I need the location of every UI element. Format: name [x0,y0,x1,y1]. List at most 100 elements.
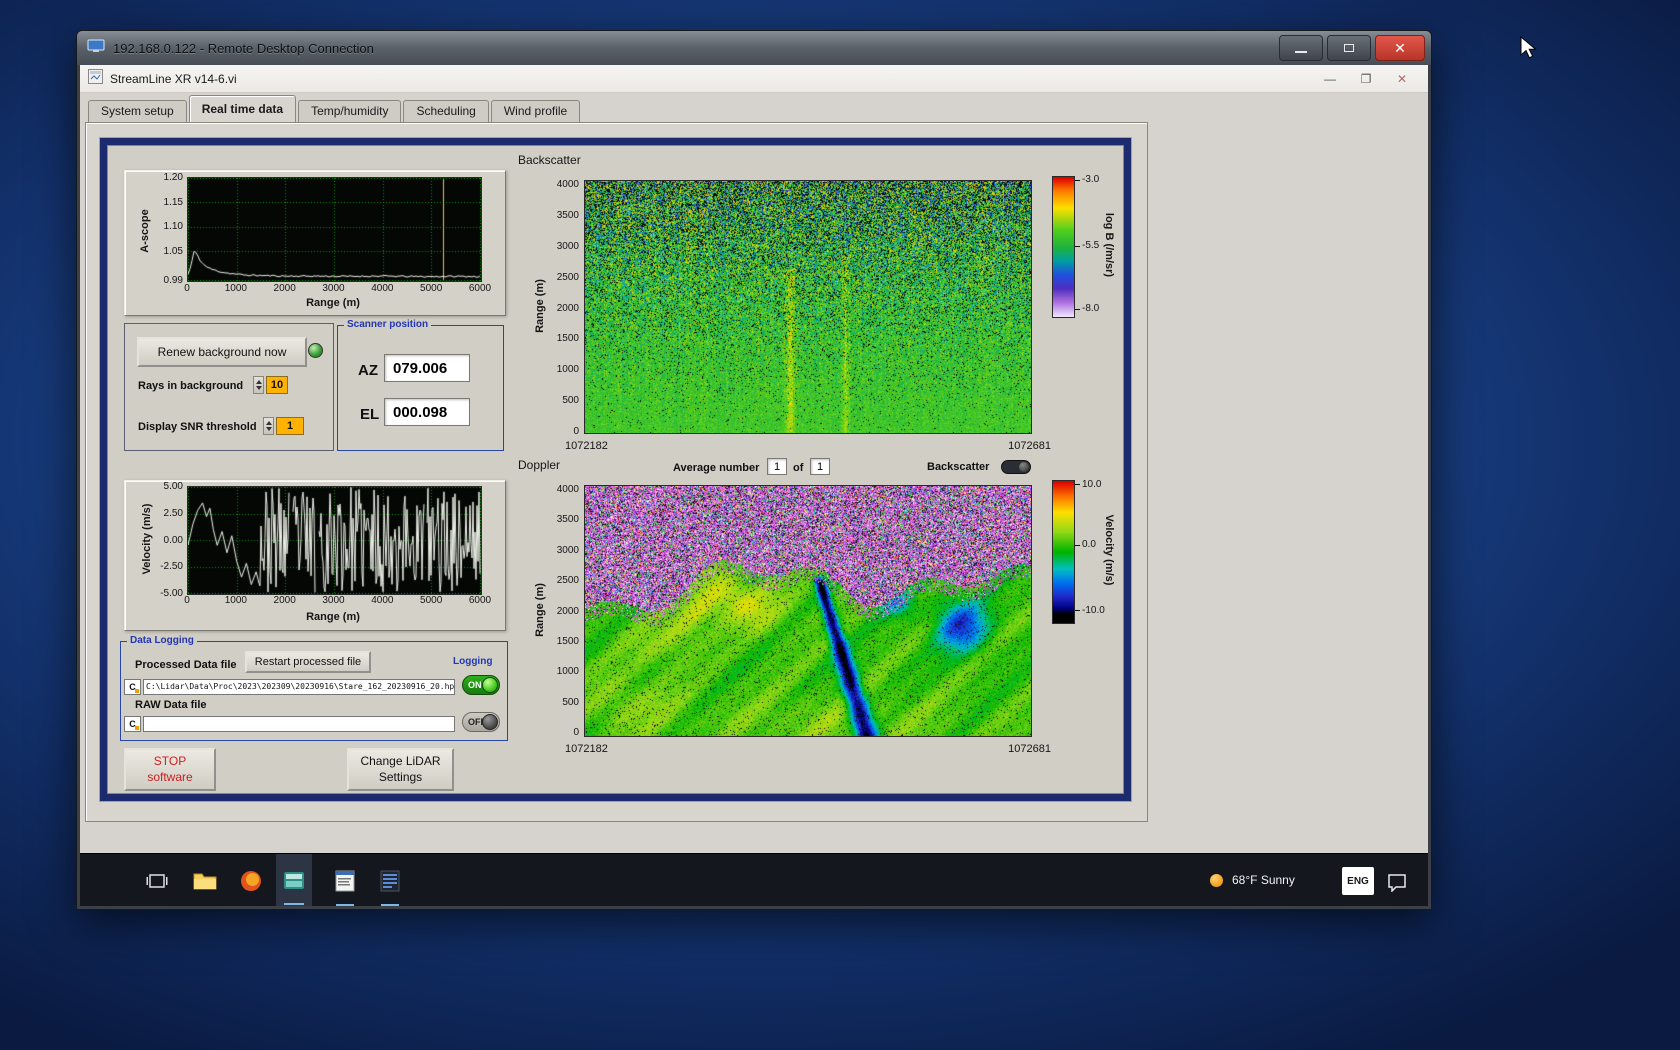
backscatter-toggle-label: Backscatter [927,461,990,473]
backscatter-display-toggle[interactable] [1001,460,1031,474]
stop-software-button[interactable]: STOP software [124,748,216,791]
file-explorer-button[interactable] [192,869,218,893]
ascope-xtick-label: 3000 [322,283,345,294]
open-app-indicator [336,904,354,906]
open-app-indicator [381,904,399,906]
change-lidar-settings-button[interactable]: Change LiDAR Settings [347,748,454,791]
average-count-value[interactable]: 1 [810,458,830,475]
rays-in-background-label: Rays in background [138,380,244,392]
velocity-xtick-label: 0 [184,595,190,606]
streamline-app-button[interactable] [276,854,312,906]
doppler-colorbar-tick [1075,484,1080,486]
doppler-heatmap [584,485,1032,737]
tab-real-time-data[interactable]: Real time data [188,95,297,122]
backscatter-colorbar-tick [1075,245,1080,247]
notification-center-icon[interactable] [1384,870,1410,894]
processed-toggle-state: ON [468,680,482,690]
doppler-ytick-label: 2000 [556,605,579,617]
processed-data-file-path[interactable]: C:\Lidar\Data\Proc\2023\202309\20230916\… [143,679,455,695]
app-restore-button[interactable]: ❐ [1348,65,1384,93]
processed-data-file-label: Processed Data file [135,659,237,671]
remote-session: StreamLine XR v14-6.vi — ❐ ✕ System setu… [80,65,1428,906]
snr-threshold-label: Display SNR threshold [138,421,257,433]
velocity-x-axis-label: Range (m) [306,611,360,623]
ascope-ytick-label: 1.15 [163,196,183,208]
ascope-ytick-label: 1.05 [163,245,183,257]
rdp-minimize-button[interactable] [1279,35,1323,61]
doppler-ytick-label: 4000 [556,484,579,495]
app-titlebar[interactable]: StreamLine XR v14-6.vi — ❐ ✕ [80,65,1428,93]
ascope-xtick-label: 5000 [420,283,443,294]
panel-content: A-scope Range (m) 1.20 1.15 1.10 1.05 0.99 0 1… [107,145,1124,794]
task-view-button[interactable] [144,869,170,893]
firefox-button[interactable] [238,869,264,893]
doppler-ytick-label: 3500 [556,514,579,526]
rdp-window-title: 192.168.0.122 - Remote Desktop Connectio… [113,40,374,56]
doppler-ytick-label: 1500 [556,635,579,647]
restart-processed-file-button[interactable]: Restart processed file [245,651,371,673]
mouse-cursor [1520,36,1537,59]
doppler-colorbar-tick-label: 0.0 [1082,539,1096,551]
raw-logging-toggle[interactable]: OFF [462,712,500,732]
weather-temperature: 68°F [1232,873,1258,887]
ascope-plot [187,177,482,282]
tab-wind-profile[interactable]: Wind profile [490,100,581,122]
tab-temp-humidity[interactable]: Temp/humidity [298,100,402,122]
backscatter-colorbar-tick [1075,179,1080,181]
change-button-line2: Settings [378,769,423,784]
app-window-title: StreamLine XR v14-6.vi [110,71,237,86]
backscatter-colorbar-tick-label: -5.5 [1082,240,1100,251]
weather-sun-icon[interactable] [1210,874,1223,887]
elevation-label: EL [360,406,380,423]
average-number-value[interactable]: 1 [767,458,787,475]
doppler-plot-title: Doppler [518,458,561,472]
backscatter-ytick-label: 3000 [556,240,579,252]
raw-drive-box[interactable]: C [124,716,141,732]
rays-value[interactable]: 10 [266,376,288,394]
velocity-ytick-label: 0.00 [163,534,183,546]
tab-scheduling[interactable]: Scheduling [403,100,489,122]
snr-value[interactable]: 1 [276,417,304,435]
velocity-xtick-label: 6000 [468,595,492,606]
rdp-titlebar[interactable]: 192.168.0.122 - Remote Desktop Connectio… [77,31,1431,65]
app-close-button[interactable]: ✕ [1384,65,1420,93]
doppler-ytick-label: 500 [562,696,579,708]
raw-data-file-path[interactable] [143,716,455,732]
processed-logging-toggle[interactable]: ON [462,675,500,695]
backscatter-colorbar [1052,176,1075,318]
ascope-xtick-label: 2000 [273,283,296,294]
velocity-ytick-label: 2.50 [163,507,183,519]
ascope-x-axis-label: Range (m) [306,297,360,309]
doppler-ytick-label: 0 [573,727,579,738]
tab-system-setup[interactable]: System setup [88,100,187,122]
schedule-app-button[interactable] [377,869,403,906]
velocity-plot [187,486,482,595]
rdp-window: 192.168.0.122 - Remote Desktop Connectio… [76,30,1432,910]
weather-text[interactable]: 68°F Sunny [1232,873,1295,887]
elevation-value: 000.098 [384,398,470,426]
doppler-ytick-label: 2500 [556,575,579,587]
doppler-colorbar-tick [1075,544,1080,546]
processed-drive-box[interactable]: C [124,679,141,695]
backscatter-colorbar-tick-label: -3.0 [1082,174,1100,186]
rdp-close-button[interactable]: ✕ [1375,35,1425,61]
rays-spinner[interactable] [253,376,264,394]
rdp-maximize-button[interactable] [1327,35,1371,61]
doppler-ytick-label: 3000 [556,544,579,556]
backscatter-x-start-label: 1072182 [565,440,608,452]
ascope-ytick-label: 1.10 [163,221,183,233]
backscatter-ytick-label: 3500 [556,209,579,221]
scan-scheduler-app-button[interactable] [332,869,358,906]
velocity-xtick-label: 1000 [224,595,247,606]
weather-condition: Sunny [1260,873,1295,887]
doppler-x-start-label: 1072182 [565,743,608,755]
background-controls-group: Renew background now Rays in background … [124,323,334,451]
stop-button-line1: STOP [153,753,187,768]
snr-spinner[interactable] [263,417,274,435]
app-minimize-button[interactable]: — [1312,65,1348,93]
language-indicator[interactable]: ENG [1342,867,1374,895]
renew-background-button[interactable]: Renew background now [137,337,307,367]
backscatter-ytick-label: 2500 [556,271,579,283]
remote-desktop-icon [87,39,105,58]
velocity-plot-group: Velocity (m/s) Range (m) 5.00 2.50 0.00 -2.… [124,480,506,631]
